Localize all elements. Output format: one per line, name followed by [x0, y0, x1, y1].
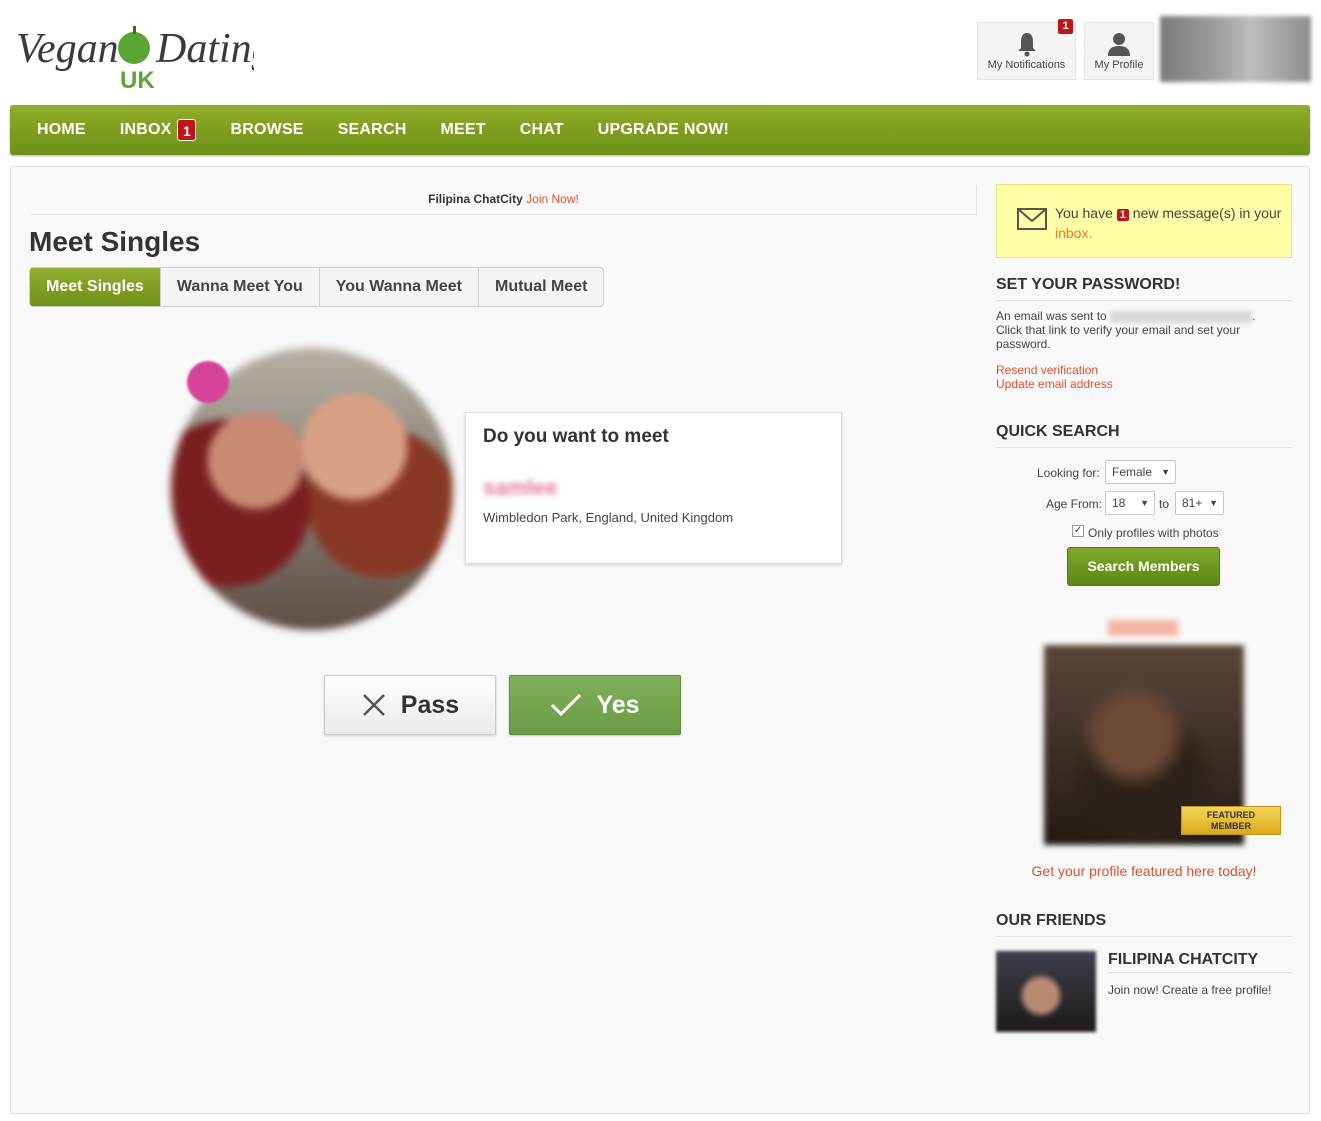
nav-search-label: SEARCH — [337, 121, 407, 138]
quick-search-heading: QUICK SEARCH — [996, 423, 1292, 448]
member-location: Wimbledon Park, England, United Kingdom — [483, 510, 734, 525]
nav-chat[interactable]: CHAT — [503, 121, 581, 139]
friend-site-photo[interactable] — [996, 951, 1096, 1032]
update-email-link[interactable]: Update email address — [996, 377, 1113, 391]
age-from-value: 18 — [1112, 496, 1126, 510]
promo-bar: Filipina ChatCity Join Now! — [31, 185, 977, 215]
featured-badge-line1: FEATURED — [1206, 810, 1256, 820]
member-photo[interactable] — [161, 343, 461, 643]
inbox-link[interactable]: inbox. — [1055, 225, 1092, 241]
inbox-badge: 1 — [177, 119, 197, 141]
user-icon — [1108, 33, 1130, 56]
new-message-notice: You have 1 new message(s) in your inbox. — [996, 184, 1292, 258]
msg-count-badge: 1 — [1116, 209, 1129, 221]
meet-question: Do you want to meet — [483, 426, 669, 447]
msg-middle: new message(s) in your — [1132, 205, 1282, 221]
close-icon — [362, 694, 385, 716]
bell-icon — [1017, 33, 1036, 57]
notifications-badge: 1 — [1058, 19, 1073, 34]
site-logo[interactable]: Vegan Dating UK — [14, 12, 273, 94]
password-text: An email was sent to . Click that link t… — [996, 309, 1256, 351]
looking-for-label: Looking for: — [1037, 466, 1100, 480]
svg-text:Dating: Dating — [155, 26, 254, 72]
nav-browse[interactable]: BROWSE — [213, 121, 320, 139]
checkmark-icon — [551, 693, 582, 717]
looking-for-select[interactable]: Female ▼ — [1105, 460, 1176, 484]
pass-label: Pass — [400, 690, 460, 719]
member-name[interactable]: samlee — [483, 475, 558, 501]
promo-site: Filipina ChatCity — [428, 192, 523, 206]
age-to-value: 81+ — [1182, 496, 1203, 510]
chevron-down-icon: ▼ — [1140, 498, 1149, 508]
age-to-select[interactable]: 81+ ▼ — [1175, 491, 1224, 515]
password-text-1: An email was sent to — [996, 309, 1107, 323]
nav-browse-label: BROWSE — [230, 121, 304, 138]
search-members-button[interactable]: Search Members — [1067, 547, 1220, 586]
msg-prefix: You have — [1055, 205, 1113, 221]
redacted-email — [1110, 310, 1253, 323]
friend-site-title[interactable]: FILIPINA CHATCITY — [1108, 951, 1292, 973]
profile-button[interactable]: My Profile — [1084, 22, 1154, 80]
nav-upgrade-label: UPGRADE NOW! — [597, 121, 730, 138]
new-message-text: You have 1 new message(s) in your inbox. — [1055, 204, 1283, 242]
logo-graphic: Vegan Dating UK — [16, 26, 273, 94]
photos-only-label: Only profiles with photos — [1088, 526, 1219, 540]
promo-join-link[interactable]: Join Now! — [526, 192, 579, 206]
meet-card: Do you want to meet samlee Wimbledon Par… — [465, 412, 842, 564]
logo-sub: UK — [120, 67, 155, 92]
featured-member-name[interactable] — [1108, 620, 1178, 636]
nav-inbox-label: INBOX — [119, 121, 172, 138]
nav-meet[interactable]: MEET — [423, 121, 502, 139]
friend-site-desc: Join now! Create a free profile! — [1108, 983, 1272, 997]
notifications-label: My Notifications — [987, 59, 1066, 71]
chevron-down-icon: ▼ — [1209, 498, 1218, 508]
password-heading: SET YOUR PASSWORD! — [996, 276, 1292, 301]
resend-verification-link[interactable]: Resend verification — [996, 363, 1098, 377]
password-text-2: Click that link to verify your email and… — [996, 323, 1241, 351]
nav-chat-label: CHAT — [519, 121, 564, 138]
nav-inbox[interactable]: INBOX 1 — [103, 119, 214, 141]
nav-search[interactable]: SEARCH — [321, 121, 424, 139]
our-friends-heading: OUR FRIENDS — [996, 912, 1292, 937]
tab-mutual-meet[interactable]: Mutual Meet — [479, 268, 603, 306]
online-status-indicator — [187, 361, 229, 403]
yes-label: Yes — [596, 690, 640, 719]
featured-member-badge: FEATURED MEMBER — [1181, 806, 1281, 835]
pass-button[interactable]: Pass — [324, 675, 496, 735]
nav-upgrade[interactable]: UPGRADE NOW! — [581, 121, 746, 139]
looking-for-value: Female — [1112, 465, 1153, 479]
age-to-label: to — [1159, 497, 1170, 511]
tab-meet-singles[interactable]: Meet Singles — [30, 268, 161, 306]
chevron-down-icon: ▼ — [1161, 467, 1170, 477]
tab-you-wanna-meet[interactable]: You Wanna Meet — [320, 268, 479, 306]
profile-label: My Profile — [1094, 59, 1144, 71]
age-from-select[interactable]: 18 ▼ — [1105, 491, 1155, 515]
age-from-label: Age From: — [1046, 497, 1103, 511]
nav-meet-label: MEET — [440, 121, 486, 138]
user-account-thumbnail[interactable] — [1160, 16, 1311, 82]
notifications-button[interactable]: 1 My Notifications — [977, 19, 1076, 80]
nav-home[interactable]: HOME — [20, 121, 103, 139]
svg-text:Vegan: Vegan — [16, 26, 119, 72]
tab-wanna-meet-you[interactable]: Wanna Meet You — [161, 268, 320, 306]
nav-home-label: HOME — [37, 121, 86, 138]
main-nav: HOME INBOX 1 BROWSE SEARCH MEET CHAT UPGR… — [10, 105, 1310, 155]
yes-button[interactable]: Yes — [509, 675, 681, 735]
get-featured-link[interactable]: Get your profile featured here today! — [996, 863, 1292, 879]
page-title: Meet Singles — [29, 226, 201, 257]
photos-only-checkbox[interactable]: ✓ — [1072, 525, 1084, 537]
featured-badge-line2: MEMBER — [1211, 821, 1251, 831]
envelope-icon — [1017, 208, 1047, 230]
meet-tabs: Meet Singles Wanna Meet You You Wanna Me… — [29, 267, 605, 307]
